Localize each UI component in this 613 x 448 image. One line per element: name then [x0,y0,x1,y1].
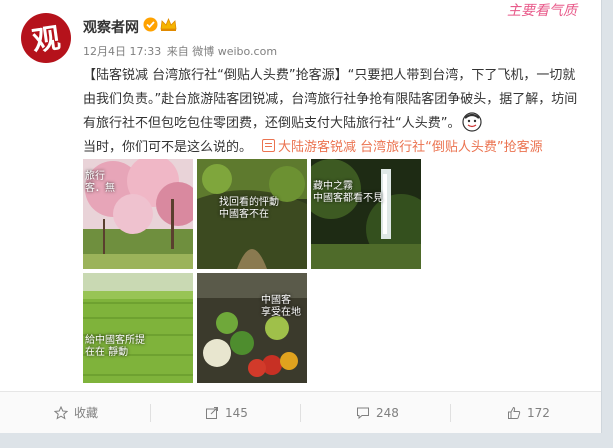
emoji-icon [462,112,483,132]
post-date[interactable]: 12月4日 17:33 [83,45,161,58]
divider [300,404,301,422]
repost-count: 145 [225,405,248,420]
action-bar: 收藏 145 248 172 [0,391,601,433]
vip-crown-icon[interactable] [160,17,177,32]
post-image-5[interactable]: 中國客 享受在地 [197,273,307,383]
like-count: 172 [527,405,550,420]
like-button[interactable]: 172 [507,392,550,433]
topic-link[interactable]: 大陆游客锐减 台湾旅行社“倒贴人头费”抢客源 [278,140,543,155]
post-image-3[interactable]: 藏中之霧 中國客都看不見 [311,159,421,269]
post-image-2[interactable]: 找回看的怦動 中國客不在 [197,159,307,269]
repost-button[interactable]: 145 [205,392,248,433]
verified-badge-icon[interactable] [143,17,158,32]
comment-icon [357,407,369,419]
star-icon [54,405,68,420]
collect-button[interactable]: 收藏 [54,392,98,433]
image-caption: 給中國客所提 在在 靜動 [85,335,145,358]
image-caption: 藏中之霧 中國客都看不見 [313,181,383,204]
body-comment: 当时，你们可不是这么说的。 [83,140,253,155]
waterfall-image [311,159,421,269]
post-source[interactable]: 微博 weibo.com [192,45,277,58]
topic-title: 【陆客锐减 台湾旅行社“倒贴人头费”抢客源】 [83,68,348,83]
divider [150,404,151,422]
watermark-text: 主要看气质 [507,3,577,19]
collect-label: 收藏 [74,406,99,420]
post-body: 【陆客锐减 台湾旅行社“倒贴人头费”抢客源】“只要把人带到台湾，下了飞机，一切就… [83,64,588,160]
comment-button[interactable]: 248 [356,392,399,433]
image-caption: 中國客 享受在地 [261,295,301,318]
source-prefix: 来自 [166,45,189,58]
thumbs-up-icon [508,406,521,419]
vegetable-market-image [197,273,307,383]
author-name[interactable]: 观察者网 [83,17,139,37]
weibo-post-card: 主要看气质 观 观察者网 12月4日 17:33 来自 微博 weibo.com… [0,0,602,433]
avatar-glyph: 观 [30,21,63,58]
divider [450,404,451,422]
avatar[interactable]: 观 [21,13,71,63]
image-caption: 找回看的怦動 中國客不在 [219,197,279,220]
topic-link-icon [262,139,276,152]
post-image-4[interactable]: 給中國客所提 在在 靜動 [83,273,193,383]
post-meta: 12月4日 17:33 来自 微博 weibo.com [83,43,277,59]
repost-icon [206,406,218,419]
post-image-1[interactable]: 旅行 客．無 [83,159,193,269]
comment-count: 248 [376,405,399,420]
rice-field-image [83,273,193,383]
image-caption: 旅行 客．無 [85,171,115,194]
